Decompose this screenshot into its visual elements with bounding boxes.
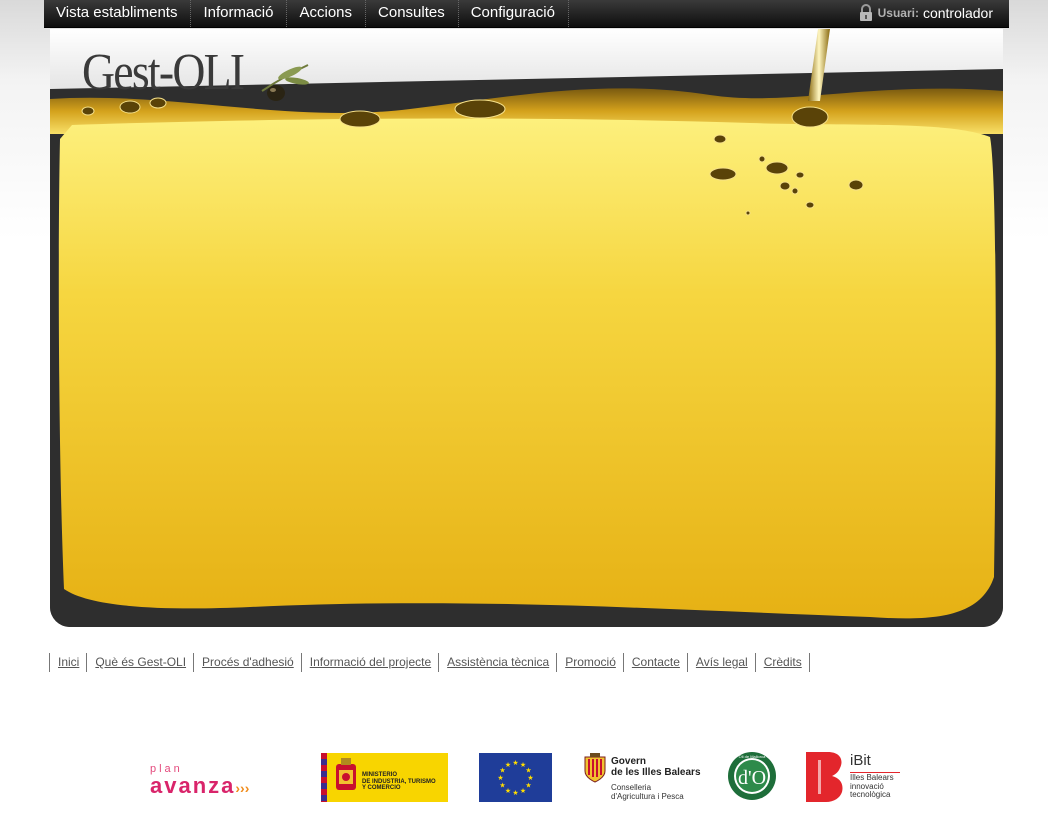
plan-avanza-word: avanza [150, 773, 236, 798]
gest-oli-logo: Gest-OLI [82, 44, 245, 101]
ministerio-stripe [321, 753, 327, 802]
footer-link-que-es[interactable]: Què és Gest-OLI [87, 653, 195, 672]
nav-vista-establiments[interactable]: Vista establiments [44, 0, 192, 27]
govern-line2: de les Illes Balears [611, 767, 701, 778]
footer-link-promocio[interactable]: Promoció [557, 653, 624, 672]
footer-link-avis-legal[interactable]: Avís legal [688, 653, 756, 672]
footer-link-credits[interactable]: Crèdits [756, 653, 810, 672]
banner: Gest-OLI [50, 29, 1003, 627]
do-oli-mallorca-logo[interactable]: d'O Oli de Mallorca [727, 751, 777, 801]
footer-links: Inici Què és Gest-OLI Procés d'adhesió I… [49, 653, 810, 672]
nav-configuracio[interactable]: Configuració [459, 0, 569, 27]
svg-text:★: ★ [512, 759, 518, 767]
plan-avanza-logo[interactable]: plan avanza››› [150, 764, 296, 798]
balearic-shield-icon [584, 753, 606, 783]
ministerio-text: MINISTERIO DE INDUSTRIA, TURISMO Y COMER… [362, 772, 436, 792]
govern-subtitle: Conselleria d'Agricultura i Pesca [611, 783, 684, 801]
svg-text:★: ★ [505, 761, 511, 769]
govern-line3: Conselleria [611, 783, 652, 792]
eu-flag-logo[interactable]: ★ ★ ★ ★ ★ ★ ★ ★ ★ ★ ★ ★ [479, 753, 552, 802]
footer-link-assistencia-tecnica[interactable]: Assistència tècnica [439, 653, 558, 672]
govern-illes-balears-logo[interactable]: Govern de les Illes Balears Conselleria … [584, 753, 704, 805]
ibit-tagline: Illes Balears innovació tecnològica [850, 773, 894, 800]
nav-informacio[interactable]: Informació [191, 0, 288, 27]
user-info: Usuari: controlador [858, 0, 993, 27]
oil-illustration [50, 29, 1003, 627]
ibit-b-icon [806, 752, 843, 802]
user-label: Usuari: [877, 6, 919, 20]
plan-avanza-arrows: ››› [235, 780, 250, 796]
ibit-name: iBit [850, 752, 871, 769]
eu-stars-icon: ★ ★ ★ ★ ★ ★ ★ ★ ★ ★ ★ ★ [497, 759, 533, 797]
govern-title: Govern de les Illes Balears [611, 756, 701, 778]
user-name[interactable]: controlador [923, 0, 993, 27]
plan-avanza-big: avanza››› [150, 775, 296, 799]
ibit-line3: tecnològica [850, 790, 891, 799]
do-seal-text: d'O [738, 767, 766, 789]
coat-of-arms-icon [336, 758, 356, 790]
svg-text:★: ★ [497, 774, 503, 782]
svg-text:★: ★ [525, 782, 531, 790]
ministerio-line3: Y COMERCIO [362, 785, 401, 791]
footer-link-inici[interactable]: Inici [50, 653, 88, 672]
svg-text:★: ★ [499, 782, 505, 790]
footer-link-informacio-projecte[interactable]: Informació del projecte [302, 653, 440, 672]
top-nav-bar: Vista establiments Informació Accions Co… [44, 0, 1009, 28]
do-ring-text: Oli de Mallorca [739, 754, 766, 759]
footer-link-proces-adhesio[interactable]: Procés d'adhesió [194, 653, 302, 672]
do-seal-icon: d'O Oli de Mallorca [728, 752, 776, 800]
nav-consultes[interactable]: Consultes [366, 0, 459, 27]
svg-text:★: ★ [520, 787, 526, 795]
lock-icon [859, 3, 872, 21]
nav-accions[interactable]: Accions [287, 0, 367, 27]
ibit-logo[interactable]: iBit Illes Balears innovació tecnològica [804, 752, 904, 804]
svg-text:★: ★ [505, 787, 511, 795]
footer-link-contacte[interactable]: Contacte [624, 653, 688, 672]
govern-line1: Govern [611, 756, 647, 767]
ministerio-logo[interactable]: MINISTERIO DE INDUSTRIA, TURISMO Y COMER… [321, 753, 448, 802]
govern-line4: d'Agricultura i Pesca [611, 792, 684, 801]
svg-text:★: ★ [512, 789, 518, 797]
